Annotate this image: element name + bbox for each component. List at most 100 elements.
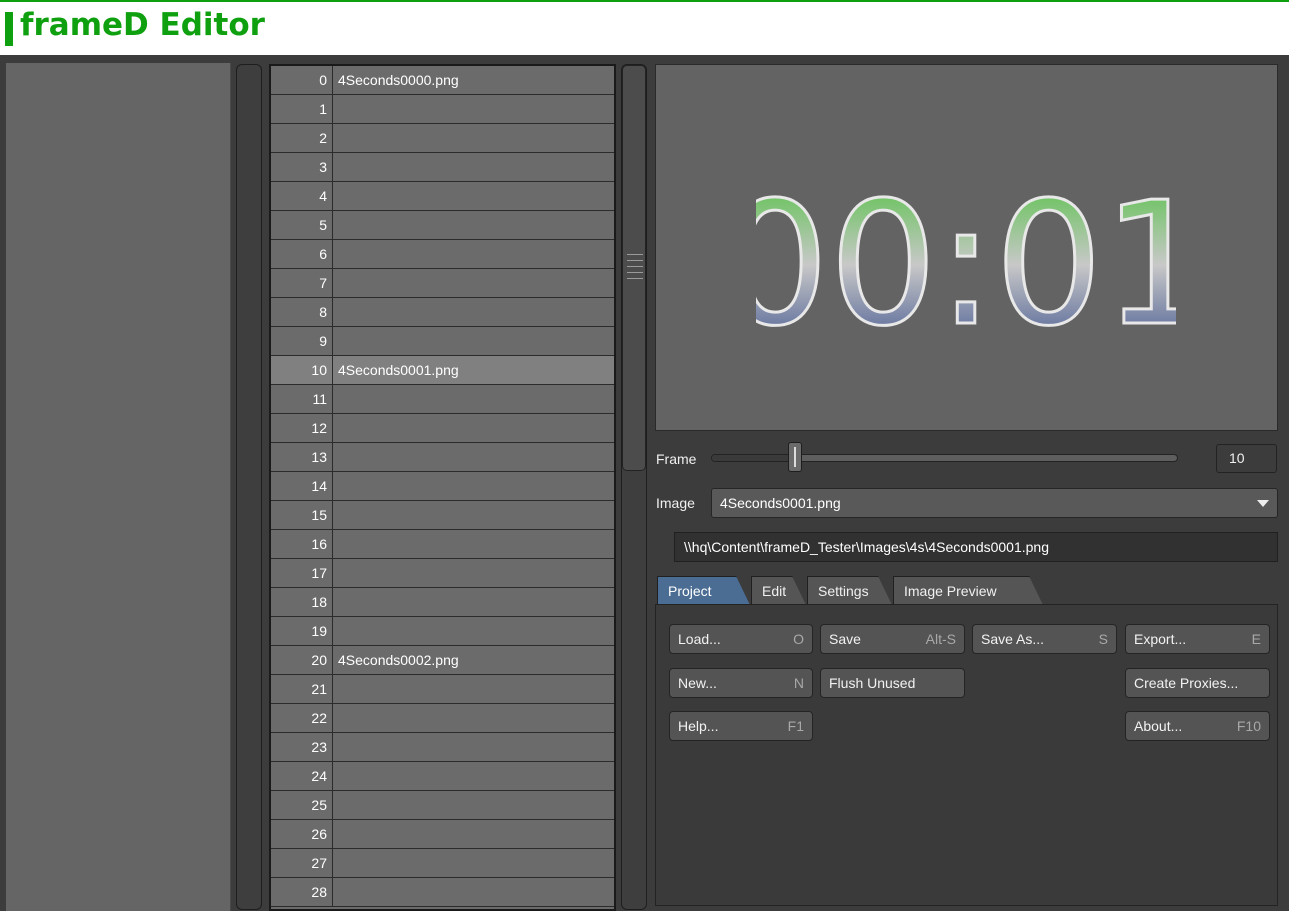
- frame-number: 26: [271, 820, 333, 848]
- image-label: Image: [656, 495, 695, 511]
- grip-line: [627, 278, 643, 279]
- frame-filename: 4Seconds0000.png: [338, 72, 459, 88]
- frame-row[interactable]: 18: [271, 588, 614, 617]
- new-shortcut: N: [793, 675, 804, 691]
- frame-number: 24: [271, 762, 333, 790]
- frame-row[interactable]: 8: [271, 298, 614, 327]
- frame-row[interactable]: 20 4Seconds0002.png: [271, 646, 614, 675]
- save-button[interactable]: Save Alt-S: [820, 624, 965, 654]
- frame-list-scrollbar[interactable]: [621, 64, 647, 910]
- frame-number: 8: [271, 298, 333, 326]
- frame-label: Frame: [656, 451, 697, 467]
- frame-row[interactable]: 21: [271, 675, 614, 704]
- grip-line: [627, 254, 643, 255]
- frame-row[interactable]: 19: [271, 617, 614, 646]
- frame-number-field[interactable]: 10: [1216, 444, 1277, 473]
- image-preview: 00:01: [655, 64, 1278, 431]
- frame-number: 1: [271, 95, 333, 123]
- left-pane: [6, 63, 231, 911]
- frame-row[interactable]: 25: [271, 791, 614, 820]
- frame-row[interactable]: 14: [271, 472, 614, 501]
- frame-number: 14: [271, 472, 333, 500]
- frame-row[interactable]: 24: [271, 762, 614, 791]
- grip-line: [627, 272, 643, 273]
- flush-unused-label: Flush Unused: [829, 675, 916, 691]
- export-label: Export...: [1134, 631, 1187, 647]
- frame-row[interactable]: 16: [271, 530, 614, 559]
- tab-image-preview[interactable]: Image Preview: [893, 576, 1043, 605]
- frame-row[interactable]: 4: [271, 182, 614, 211]
- window-title: frameD Editor: [20, 7, 265, 43]
- save-label: Save: [829, 631, 861, 647]
- frame-row[interactable]: 0 4Seconds0000.png: [271, 66, 614, 95]
- tab-edit[interactable]: Edit: [751, 576, 806, 605]
- help-shortcut: F1: [787, 718, 804, 734]
- frame-row[interactable]: 5: [271, 211, 614, 240]
- frame-row[interactable]: 28: [271, 878, 614, 907]
- frame-number: 15: [271, 501, 333, 529]
- frame-row[interactable]: 17: [271, 559, 614, 588]
- frame-number: 2: [271, 124, 333, 152]
- title-bar: frameD Editor: [0, 0, 1289, 55]
- frame-number: 28: [271, 878, 333, 906]
- image-path-field[interactable]: \\hq\Content\frameD_Tester\Images\4s\4Se…: [674, 532, 1278, 562]
- flush-unused-button[interactable]: Flush Unused: [820, 668, 965, 698]
- frame-number: 22: [271, 704, 333, 732]
- help-label: Help...: [678, 718, 719, 734]
- frame-row[interactable]: 6: [271, 240, 614, 269]
- help-button[interactable]: Help... F1: [669, 711, 813, 741]
- frame-row[interactable]: 11: [271, 385, 614, 414]
- frame-row[interactable]: 1: [271, 95, 614, 124]
- frame-row[interactable]: 26: [271, 820, 614, 849]
- load-shortcut: O: [793, 631, 804, 647]
- save-as-shortcut: S: [1098, 631, 1108, 647]
- frame-row[interactable]: 3: [271, 153, 614, 182]
- left-scrollbar[interactable]: [236, 64, 262, 910]
- frame-row[interactable]: 7: [271, 269, 614, 298]
- frame-row[interactable]: 9: [271, 327, 614, 356]
- frame-row[interactable]: 15: [271, 501, 614, 530]
- frame-row[interactable]: 12: [271, 414, 614, 443]
- frame-number: 6: [271, 240, 333, 268]
- timecode-display: 00:01: [756, 175, 1176, 335]
- scrollbar-thumb[interactable]: [622, 65, 646, 471]
- frame-row[interactable]: 23: [271, 733, 614, 762]
- frame-row[interactable]: 2: [271, 124, 614, 153]
- save-as-button[interactable]: Save As... S: [972, 624, 1117, 654]
- title-accent-bar: [5, 12, 13, 46]
- new-button[interactable]: New... N: [669, 668, 813, 698]
- chevron-down-icon[interactable]: [1257, 500, 1269, 507]
- new-label: New...: [678, 675, 717, 691]
- frame-row[interactable]: 10 4Seconds0001.png: [271, 356, 614, 385]
- about-button[interactable]: About... F10: [1125, 711, 1270, 741]
- frame-row[interactable]: 22: [271, 704, 614, 733]
- frame-number: 10: [271, 356, 333, 384]
- frame-number: 7: [271, 269, 333, 297]
- load-button[interactable]: Load... O: [669, 624, 813, 654]
- about-label: About...: [1134, 718, 1183, 734]
- frame-number: 23: [271, 733, 333, 761]
- image-dropdown[interactable]: 4Seconds0001.png: [711, 488, 1278, 518]
- frame-row[interactable]: 27: [271, 849, 614, 878]
- frame-number: 11: [271, 385, 333, 413]
- frame-row[interactable]: 13: [271, 443, 614, 472]
- save-as-label: Save As...: [981, 631, 1045, 647]
- frame-list[interactable]: 0 4Seconds0000.png 1 2 3 4 5 6 7 8 9 10 4Seconds0001…: [269, 64, 616, 911]
- export-button[interactable]: Export... E: [1125, 624, 1270, 654]
- frame-number: 4: [271, 182, 333, 210]
- timecode-text: 00:01: [756, 175, 1176, 335]
- frame-filename: 4Seconds0002.png: [338, 652, 459, 668]
- create-proxies-label: Create Proxies...: [1134, 675, 1239, 691]
- create-proxies-button[interactable]: Create Proxies...: [1125, 668, 1270, 698]
- frame-number: 5: [271, 211, 333, 239]
- tab-settings[interactable]: Settings: [807, 576, 892, 605]
- frame-slider-handle[interactable]: [788, 442, 803, 472]
- frame-number: 18: [271, 588, 333, 616]
- about-shortcut: F10: [1236, 718, 1261, 734]
- frame-number: 16: [271, 530, 333, 558]
- frame-number: 25: [271, 791, 333, 819]
- tab-project[interactable]: Project: [657, 576, 750, 605]
- frame-slider-fill: [712, 455, 797, 461]
- frame-number: 27: [271, 849, 333, 877]
- frame-slider-track[interactable]: [711, 454, 1178, 462]
